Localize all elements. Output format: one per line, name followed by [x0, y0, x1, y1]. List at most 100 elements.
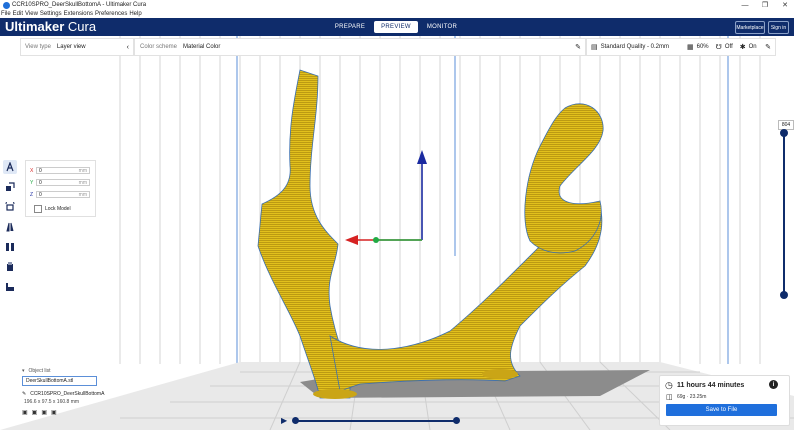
infill-value: 60%	[696, 44, 709, 50]
lock-model-row: Lock Model	[30, 204, 71, 213]
support-icon: ☋	[715, 44, 722, 51]
clock-icon: ◷	[665, 380, 673, 390]
scale-tool-icon[interactable]	[3, 180, 17, 194]
print-settings-header[interactable]: ▤ Standard Quality - 0.2mm ▦ 60% ☋ Off ✱…	[586, 38, 776, 56]
view-type-value: Layer view	[56, 44, 86, 50]
info-icon[interactable]: i	[769, 380, 778, 389]
build-plate-viewport[interactable]	[0, 36, 794, 430]
menu-file[interactable]: File	[1, 11, 11, 17]
menu-preferences[interactable]: Preferences	[95, 11, 127, 17]
per-model-settings-icon[interactable]	[3, 240, 17, 254]
chevron-left-icon[interactable]: ‹	[127, 44, 129, 51]
adhesion-icon: ✱	[739, 44, 746, 51]
profile-name: Standard Quality - 0.2mm	[600, 44, 669, 50]
quality-icon: ▤	[591, 44, 598, 51]
x-axis-arrow	[345, 235, 358, 245]
view-type-selector[interactable]: View type Layer view ‹	[20, 38, 134, 56]
path-slider-start-handle[interactable]	[292, 417, 299, 424]
marketplace-button[interactable]: Marketplace	[735, 21, 765, 34]
chevron-down-icon: ▾	[22, 368, 25, 374]
support-value: Off	[724, 44, 733, 50]
z-value: 0	[39, 191, 42, 198]
object-list-item[interactable]: DeerSkullBottomA.stl	[22, 376, 97, 386]
application-header: Ultimaker Cura PREPARE PREVIEW MONITOR M…	[0, 18, 794, 36]
menu-edit[interactable]: Edit	[13, 11, 23, 17]
color-scheme-label: Color scheme	[140, 44, 178, 50]
play-icon[interactable]: ▶	[281, 416, 287, 425]
save-to-file-button[interactable]: Save to File	[666, 404, 777, 416]
move-tool-panel: X 0 mm Y 0 mm Z 0 mm Lock Model	[25, 160, 96, 217]
ultimaker-cura-logo: Ultimaker Cura	[5, 19, 96, 34]
color-scheme-value: Material Color	[183, 44, 221, 50]
z-unit: mm	[78, 191, 87, 198]
logo-brand: Ultimaker	[5, 19, 65, 34]
minimize-icon[interactable]: —	[735, 0, 755, 10]
tab-monitor[interactable]: MONITOR	[420, 21, 464, 33]
layer-slider-upper-handle[interactable]	[780, 129, 788, 137]
pencil-icon[interactable]: ✎	[765, 43, 771, 51]
model-right-antler	[524, 103, 604, 254]
scene-svg	[0, 36, 794, 430]
left-toolbar	[3, 160, 19, 300]
layer-slider-track[interactable]	[783, 132, 785, 295]
z-position-field[interactable]: 0 mm	[36, 191, 90, 198]
maximize-icon[interactable]: ❐	[755, 0, 775, 10]
window-title: CCR10SPRO_DeerSkullBottomA - Ultimaker C…	[12, 2, 147, 8]
lock-model-checkbox[interactable]	[34, 204, 42, 213]
layer-icon[interactable]	[3, 280, 17, 294]
close-icon[interactable]: ✕	[775, 0, 794, 10]
object-actions: ▣ ▣ ▣ ▣	[22, 409, 104, 416]
menu-help[interactable]: Help	[129, 11, 141, 17]
menu-settings[interactable]: Settings	[40, 11, 62, 17]
cube-icon[interactable]: ▣	[51, 409, 57, 416]
cube-icon[interactable]: ▣	[32, 409, 38, 416]
lock-model-label: Lock Model	[45, 205, 71, 212]
menu-extensions[interactable]: Extensions	[64, 11, 93, 17]
back-wall-grid	[119, 36, 761, 364]
y-position-field[interactable]: 0 mm	[36, 179, 90, 186]
material-estimate: 69g · 23.25m	[677, 394, 707, 400]
logo-product: Cura	[67, 19, 97, 34]
project-file-row: ✎ CCR10SPRO_DeerSkullBottomA	[22, 391, 104, 397]
pencil-icon[interactable]: ✎	[22, 391, 26, 397]
project-file-name: CCR10SPRO_DeerSkullBottomA	[30, 391, 105, 397]
print-time: 11 hours 44 minutes	[677, 382, 745, 389]
cube-icon[interactable]: ▣	[22, 409, 28, 416]
object-list-title: Object list	[28, 368, 51, 374]
sign-in-button[interactable]: Sign in	[768, 21, 789, 34]
z-axis-arrow	[417, 150, 427, 164]
layer-slider-lower-handle[interactable]	[780, 291, 788, 299]
color-scheme-selector[interactable]: Color scheme Material Color ✎	[134, 38, 586, 56]
x-value: 0	[39, 167, 42, 174]
y-value: 0	[39, 179, 42, 186]
pencil-icon[interactable]: ✎	[575, 43, 581, 51]
tab-prepare[interactable]: PREPARE	[328, 21, 372, 33]
adhesion-value: On	[748, 44, 757, 50]
menu-view[interactable]: View	[25, 11, 38, 17]
y-axis-handle	[373, 237, 379, 243]
cura-app-icon	[3, 1, 10, 9]
model-foot	[482, 369, 518, 379]
x-row: X 0 mm	[30, 166, 90, 175]
mirror-tool-icon[interactable]	[3, 220, 17, 234]
tab-preview[interactable]: PREVIEW	[374, 21, 418, 33]
x-position-field[interactable]: 0 mm	[36, 167, 90, 174]
z-row: Z 0 mm	[30, 190, 90, 199]
move-tool-icon[interactable]	[3, 160, 17, 174]
cube-icon[interactable]: ▣	[41, 409, 47, 416]
menu-bar: File Edit View Settings Extensions Prefe…	[0, 10, 794, 18]
support-blocker-icon[interactable]	[3, 260, 17, 274]
title-bar: CCR10SPRO_DeerSkullBottomA - Ultimaker C…	[0, 0, 794, 10]
spool-icon: ◫	[666, 394, 673, 401]
print-estimate-panel: ◷ 11 hours 44 minutes i ◫ 69g · 23.25m S…	[659, 375, 790, 426]
path-slider-end-handle[interactable]	[453, 417, 460, 424]
object-list-header[interactable]: ▾ Object list	[22, 368, 104, 374]
model-foot	[313, 389, 357, 399]
x-unit: mm	[78, 167, 87, 174]
path-slider-track[interactable]	[296, 420, 458, 422]
layer-number-label[interactable]: 804	[778, 120, 794, 130]
model-dimensions: 196.6 x 97.5 x 160.8 mm	[24, 399, 80, 405]
infill-icon: ▦	[687, 44, 694, 51]
y-unit: mm	[78, 179, 87, 186]
rotate-tool-icon[interactable]	[3, 200, 17, 214]
